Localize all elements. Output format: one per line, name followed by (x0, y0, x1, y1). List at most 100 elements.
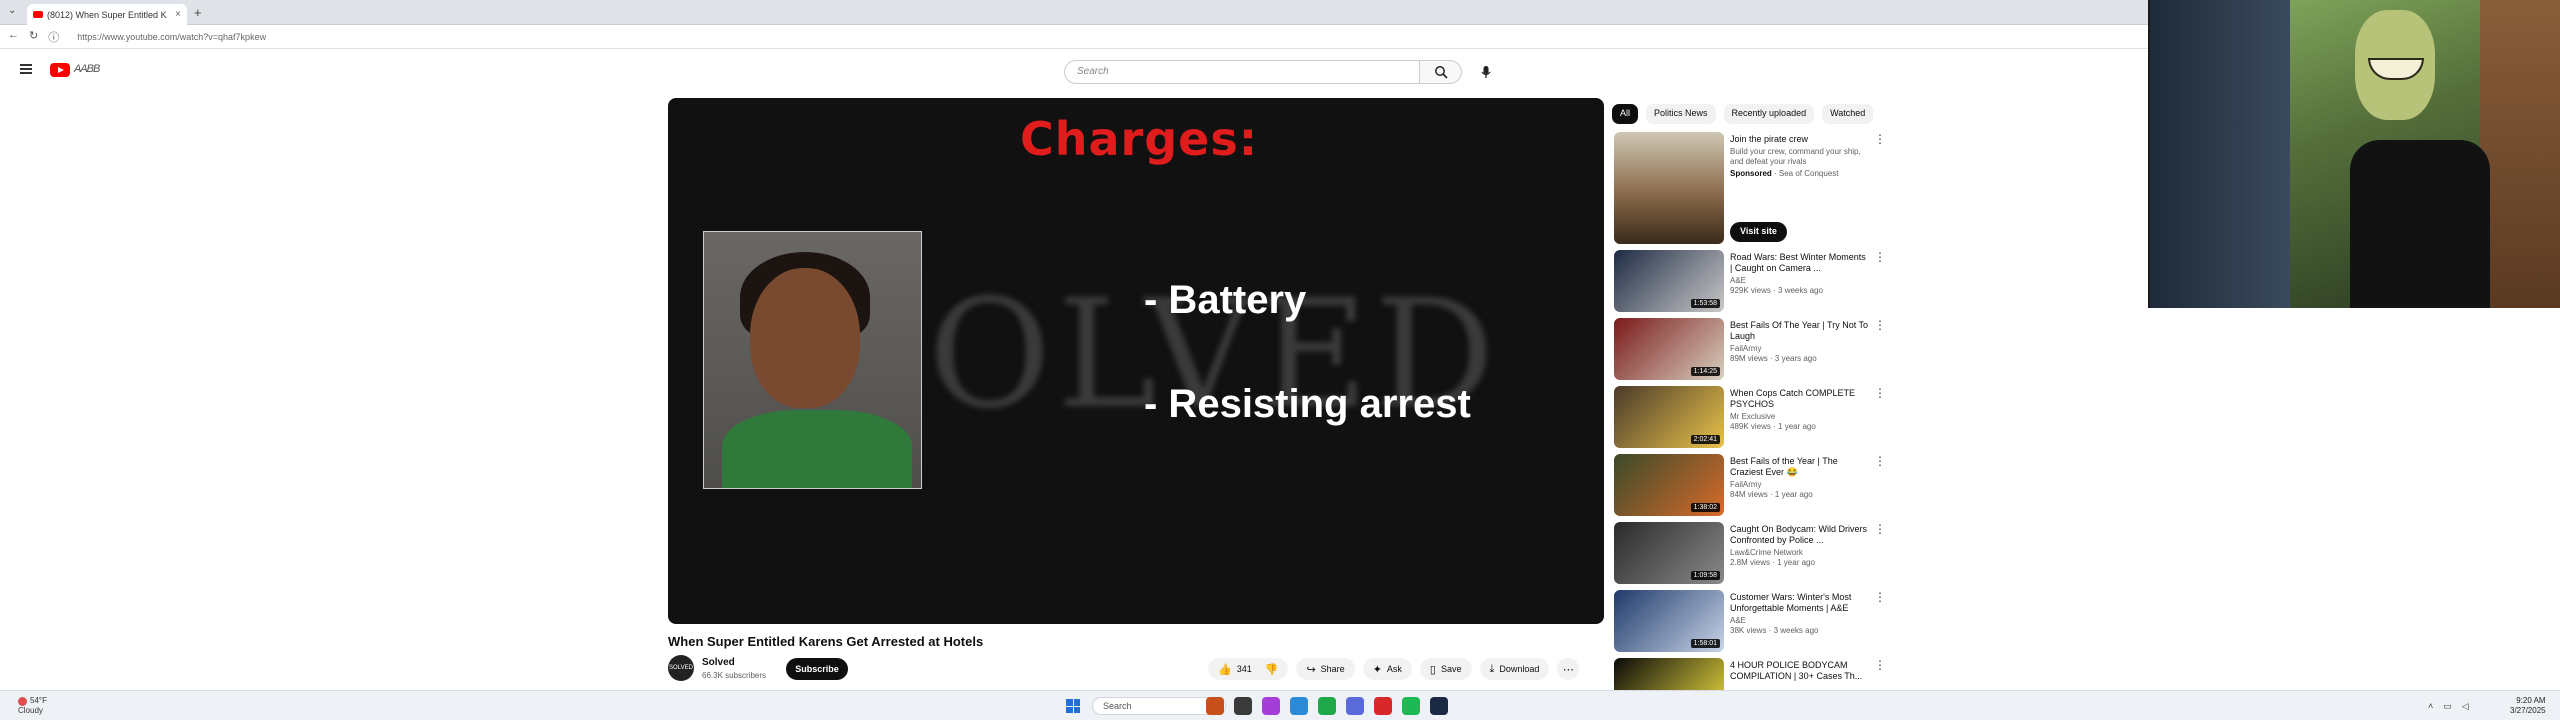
video-duration: 1:14:25 (1690, 367, 1720, 376)
recommendation-channel[interactable]: FailArmy (1730, 480, 1870, 489)
taskbar-app-icon[interactable] (1402, 697, 1420, 715)
weather-temp: 54°F (30, 696, 47, 705)
windows-start-icon[interactable] (1066, 699, 1080, 713)
site-info-icon[interactable]: ⓘ (48, 29, 59, 45)
recommendation-channel[interactable]: Law&Crime Network (1730, 548, 1870, 557)
recommendation-channel[interactable]: FailArmy (1730, 344, 1870, 353)
recommendation-thumbnail[interactable]: 1:58:01 (1614, 590, 1724, 652)
sparkle-icon: ✦ (1372, 663, 1382, 676)
download-icon: ⤓ (1489, 662, 1495, 675)
recommendation-channel[interactable]: A&E (1730, 276, 1870, 285)
recommendation-thumbnail[interactable]: 1:38:02 (1614, 454, 1724, 516)
refresh-icon[interactable]: ↻ (29, 29, 38, 45)
save-label: Save (1440, 664, 1462, 674)
overlay-charge-2: - Resisting arrest (1144, 382, 1471, 426)
network-icon[interactable]: ▭ (2443, 701, 2452, 712)
recommendation-menu-icon[interactable]: ⋮ (1874, 386, 1886, 400)
sponsored-ad[interactable]: Join the pirate crew Build your crew, co… (1612, 130, 1892, 248)
recommendation-menu-icon[interactable]: ⋮ (1874, 658, 1886, 672)
recommendation-thumbnail[interactable]: 1:09:58 (1614, 522, 1724, 584)
recommendation-menu-icon[interactable]: ⋮ (1874, 590, 1886, 604)
weather-badge-icon (18, 696, 27, 706)
channel-avatar[interactable]: SOLVED (668, 655, 694, 681)
recommendation-menu-icon[interactable]: ⋮ (1874, 318, 1886, 332)
active-tab[interactable]: (8012) When Super Entitled K × (27, 4, 187, 25)
recommendation-menu-icon[interactable]: ⋮ (1874, 522, 1886, 536)
thumbs-down-icon[interactable]: 👎 (1265, 663, 1279, 676)
taskbar-app-icon[interactable] (1346, 697, 1364, 715)
taskbar-clock[interactable]: 9:20 AM 3/27/2025 (2510, 696, 2546, 716)
recommendation-views: 2.8M views · 1 year ago (1730, 558, 1815, 567)
recommendation-title[interactable]: Customer Wars: Winter's Most Unforgettab… (1730, 592, 1870, 614)
video-title: When Super Entitled Karens Get Arrested … (668, 634, 984, 649)
recommendation-menu-icon[interactable]: ⋮ (1874, 454, 1886, 468)
recommendation-title[interactable]: Best Fails of the Year | The Craziest Ev… (1730, 456, 1870, 478)
recommendation-menu-icon[interactable]: ⋮ (1874, 250, 1886, 264)
share-button[interactable]: ↪ Share (1296, 658, 1355, 680)
taskbar-app-icon[interactable] (1290, 697, 1308, 715)
ad-thumbnail[interactable] (1614, 132, 1724, 244)
chip-politics-news[interactable]: Politics News (1646, 104, 1716, 124)
recommendation-title[interactable]: When Cops Catch COMPLETE PSYCHOS (1730, 388, 1870, 410)
recommendation-item[interactable]: 1:14:25 Best Fails Of The Year | Try Not … (1612, 316, 1892, 384)
channel-name[interactable]: Solved (702, 657, 735, 668)
taskbar-apps (1206, 697, 1448, 715)
recommendation-title[interactable]: Caught On Bodycam: Wild Drivers Confront… (1730, 524, 1870, 546)
tab-title: (8012) When Super Entitled K (47, 9, 167, 20)
recommendation-channel[interactable]: A&E (1730, 616, 1870, 625)
ad-menu-icon[interactable]: ⋮ (1874, 132, 1886, 146)
recommendation-thumbnail[interactable]: I'm too hot (1614, 658, 1724, 690)
search-button[interactable] (1420, 60, 1462, 84)
recommendation-title[interactable]: Best Fails Of The Year | Try Not To Laug… (1730, 320, 1870, 342)
taskbar-app-icon[interactable] (1318, 697, 1336, 715)
recommendation-thumbnail[interactable]: 1:53:58 (1614, 250, 1724, 312)
back-icon[interactable]: ← (8, 29, 19, 45)
voice-search-button[interactable] (1474, 60, 1498, 84)
new-tab-button[interactable]: + (194, 5, 202, 20)
ask-button[interactable]: ✦ Ask (1362, 658, 1412, 680)
search-input[interactable]: Search (1064, 60, 1420, 84)
chip-all[interactable]: All (1612, 104, 1639, 124)
recommendation-item[interactable]: 1:09:58 Caught On Bodycam: Wild Drivers C… (1612, 520, 1892, 588)
youtube-logo-icon[interactable] (50, 63, 70, 77)
more-actions-button[interactable]: ⋯ (1557, 658, 1580, 680)
ad-title[interactable]: Join the pirate crew (1730, 134, 1870, 145)
taskbar-app-icon[interactable] (1430, 697, 1448, 715)
taskbar-app-icon[interactable] (1234, 697, 1252, 715)
like-button[interactable]: 👍 341 👎 (1208, 658, 1289, 680)
tab-search-dropdown[interactable]: ⌄ (8, 5, 16, 16)
logo-text[interactable]: AABB (74, 63, 100, 75)
chip-recently-uploaded[interactable]: Recently uploaded (1723, 104, 1815, 124)
recommendation-channel[interactable]: Mr Exclusive (1730, 412, 1870, 421)
taskbar-app-icon[interactable] (1262, 697, 1280, 715)
url-field[interactable]: https://www.youtube.com/watch?v=qhaf7kpk… (77, 32, 266, 42)
recommendation-item[interactable]: 1:38:02 Best Fails of the Year | The Craz… (1612, 452, 1892, 520)
webcam-overlay (2148, 0, 2560, 308)
menu-icon[interactable] (20, 64, 32, 74)
recommendation-item[interactable]: I'm too hot 4 HOUR POLICE BODYCAM COMPILA… (1612, 656, 1892, 690)
weather-widget[interactable]: 54°F Cloudy (18, 696, 47, 716)
download-button[interactable]: ⤓ Download (1479, 658, 1550, 680)
taskbar-app-icon[interactable] (1374, 697, 1392, 715)
volume-icon[interactable]: ◁ (2462, 701, 2469, 712)
taskbar-app-icon[interactable] (1206, 697, 1224, 715)
recommendation-item[interactable]: 1:58:01 Customer Wars: Winter's Most Unfo… (1612, 588, 1892, 656)
chip-watched[interactable]: Watched (1822, 104, 1874, 124)
recommendation-title[interactable]: 4 HOUR POLICE BODYCAM COMPILATION | 30+ … (1730, 660, 1870, 682)
subscribe-button[interactable]: Subscribe (786, 658, 848, 680)
recommendation-thumbnail[interactable]: 2:02:41 (1614, 386, 1724, 448)
overlay-charge-1: - Battery (1144, 278, 1307, 322)
recommendation-item[interactable]: 1:53:58 Road Wars: Best Winter Moments | … (1612, 248, 1892, 316)
tab-close-icon[interactable]: × (175, 9, 181, 20)
video-player[interactable]: OLVED Charges: - Battery - Resisting arr… (668, 98, 1604, 624)
ask-label: Ask (1386, 664, 1402, 674)
like-count: 341 (1236, 664, 1252, 674)
recommendation-thumbnail[interactable]: 1:14:25 (1614, 318, 1724, 380)
save-button[interactable]: ▯ Save (1419, 658, 1472, 680)
visit-site-button[interactable]: Visit site (1730, 222, 1787, 242)
clock-date: 3/27/2025 (2510, 706, 2546, 715)
recommendation-item[interactable]: 2:02:41 When Cops Catch COMPLETE PSYCHOS M… (1612, 384, 1892, 452)
tray-chevron-icon[interactable]: ˄ (2428, 701, 2433, 712)
system-tray: ˄ ▭ ◁ (2428, 701, 2469, 712)
recommendation-title[interactable]: Road Wars: Best Winter Moments | Caught … (1730, 252, 1870, 274)
